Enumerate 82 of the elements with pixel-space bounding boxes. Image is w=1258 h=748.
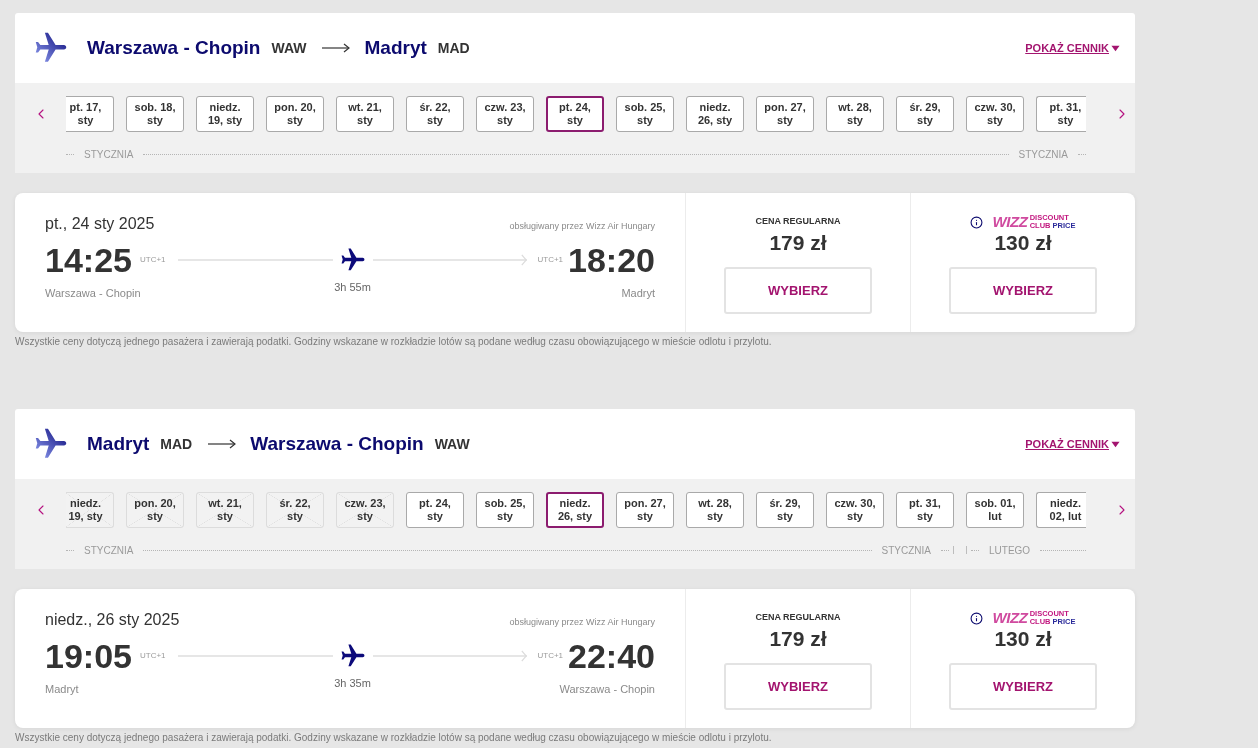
fare-price: 130 zł <box>994 627 1052 651</box>
date-tab[interactable]: pon. 27, sty <box>616 492 674 528</box>
date-tab[interactable]: wt. 28, sty <box>826 96 884 132</box>
operator-text: obsługiwany przez Wizz Air Hungary <box>509 616 655 629</box>
date-tab[interactable]: pt. 24, sty <box>546 96 604 132</box>
arrow-icon <box>208 439 237 449</box>
timezone-label: UTC+1 <box>139 650 166 662</box>
operator-text: obsługiwany przez Wizz Air Hungary <box>509 220 655 233</box>
fare-price: 179 zł <box>769 627 827 651</box>
timezone-label: UTC+1 <box>139 254 166 266</box>
origin-airport-code: MAD <box>160 434 193 454</box>
date-tab[interactable]: niedz. 26, sty <box>686 96 744 132</box>
date-tab[interactable]: pt. 31, sty <box>896 492 954 528</box>
date-tab[interactable]: śr. 29, sty <box>756 492 814 528</box>
pricing-link[interactable]: POKAŻ CENNIK <box>1025 39 1120 57</box>
pricing-link[interactable]: POKAŻ CENNIK <box>1025 435 1120 453</box>
price-note: Wszystkie ceny dotyczą jednego pasażera i zawierają podatki. Godziny wskazane w rozkładzie lotów są podane według czasu obowiązującego w mieście odlotu i przylotu. <box>15 335 773 349</box>
arrival-time: 22:40 <box>568 636 655 676</box>
date-tab[interactable]: czw. 30, sty <box>966 96 1024 132</box>
destination-airport-name: Warszawa - Chopin <box>250 431 424 456</box>
date-tab[interactable]: pt. 24, sty <box>406 492 464 528</box>
fare-title: CENA REGULARNA <box>755 611 841 625</box>
info-icon[interactable] <box>970 611 984 625</box>
logo-wordmark: WIZZ <box>992 610 1028 626</box>
month-label: LUTEGO <box>989 543 1031 558</box>
date-tab[interactable]: niedz. 26, sty <box>546 492 604 528</box>
flight-date: pt., 24 sty 2025 <box>45 214 155 234</box>
date-tab[interactable]: wt. 28, sty <box>686 492 744 528</box>
info-icon[interactable] <box>970 215 984 229</box>
origin-airport-name: Warszawa - Chopin <box>87 35 261 60</box>
departure-time: 14:25 <box>45 240 132 280</box>
price-note: Wszystkie ceny dotyczą jednego pasażera i zawierają podatki. Godziny wskazane w rozkładzie lotów są podane według czasu obowiązującego w mieście odlotu i przylotu. <box>15 731 773 745</box>
month-label: STYCZNIA <box>84 543 134 558</box>
date-tab[interactable]: sob. 25, sty <box>476 492 534 528</box>
fare-title: CENA REGULARNA <box>755 215 841 229</box>
arrival-airport: Madryt <box>620 286 655 300</box>
destination-airport-code: MAD <box>437 38 470 58</box>
flight-duration: 3h 35m <box>334 676 371 690</box>
origin-airport-name: Madryt <box>87 431 150 456</box>
date-tab[interactable]: czw. 30, sty <box>826 492 884 528</box>
destination-airport-name: Madryt <box>364 35 427 60</box>
date-tab[interactable]: czw. 23, sty <box>476 96 534 132</box>
fare-price: 130 zł <box>994 231 1052 255</box>
origin-airport-code: WAW <box>271 38 307 58</box>
select-button[interactable]: WYBIERZ <box>949 267 1097 314</box>
select-button[interactable]: WYBIERZ <box>949 663 1097 710</box>
date-tab[interactable]: pon. 20, sty <box>266 96 324 132</box>
date-tab[interactable]: niedz. 19, sty <box>196 96 254 132</box>
arrow-icon <box>322 43 351 53</box>
timezone-label: UTC+1 <box>537 650 564 662</box>
caret-icon <box>1111 44 1120 52</box>
flight-duration: 3h 55m <box>334 280 371 294</box>
departure-airport: Warszawa - Chopin <box>45 286 142 300</box>
month-label: STYCZNIA <box>1018 147 1068 162</box>
date-tab[interactable]: wt. 21, sty <box>336 96 394 132</box>
departure-airport: Madryt <box>45 682 80 696</box>
destination-airport-code: WAW <box>434 434 470 454</box>
timezone-label: UTC+1 <box>537 254 564 266</box>
date-tab[interactable]: pt. 17, sty <box>66 96 114 132</box>
select-button[interactable]: WYBIERZ <box>724 267 872 314</box>
departure-time: 19:05 <box>45 636 132 676</box>
select-button[interactable]: WYBIERZ <box>724 663 872 710</box>
arrival-time: 18:20 <box>568 240 655 280</box>
date-tab[interactable]: sob. 18, sty <box>126 96 184 132</box>
fare-price: 179 zł <box>769 231 827 255</box>
date-tab[interactable]: pt. 31, sty <box>1036 96 1086 132</box>
airplane-icon <box>340 644 365 668</box>
airplane-icon <box>35 32 67 64</box>
date-tab[interactable]: śr. 29, sty <box>896 96 954 132</box>
date-tab[interactable]: sob. 01, lut <box>966 492 1024 528</box>
flight-date: niedz., 26 sty 2025 <box>45 610 180 630</box>
month-label: STYCZNIA <box>881 543 931 558</box>
caret-icon <box>1111 440 1120 448</box>
date-tab[interactable]: pon. 27, sty <box>756 96 814 132</box>
arrival-airport: Warszawa - Chopin <box>558 682 655 696</box>
date-tab[interactable]: niedz. 02, lut <box>1036 492 1086 528</box>
airplane-icon <box>340 248 365 272</box>
month-label: STYCZNIA <box>84 147 134 162</box>
date-tab[interactable]: śr. 22, sty <box>406 96 464 132</box>
logo-wordmark: WIZZ <box>992 214 1028 230</box>
date-tab[interactable]: sob. 25, sty <box>616 96 674 132</box>
airplane-icon <box>35 428 67 460</box>
